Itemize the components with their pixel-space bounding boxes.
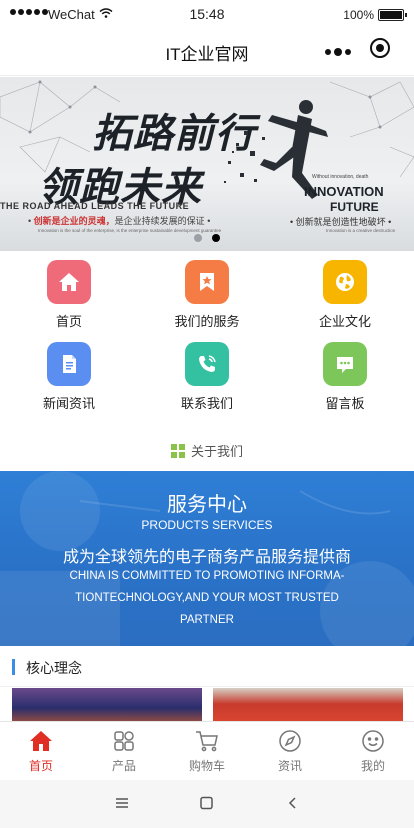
grid-icon: [83, 728, 165, 754]
tab-products[interactable]: 产品: [83, 728, 165, 774]
back-icon[interactable]: [285, 796, 301, 810]
compass-icon: [249, 728, 331, 754]
banner-slogan-right: • 创新就是创造性地破坏 •: [290, 217, 392, 227]
banner-tagline-en: THE ROAD AHEAD LEADS THE FUTURE: [0, 201, 190, 211]
carousel-dot-active[interactable]: [212, 234, 220, 242]
menu-item-label: 联系我们: [180, 396, 233, 411]
star-bookmark-icon: [185, 260, 229, 304]
home-icon: [0, 728, 82, 754]
smiley-icon: [332, 728, 414, 754]
phone-icon: [185, 342, 229, 386]
tab-label: 产品: [111, 759, 136, 773]
status-bar: WeChat 15:48 100%: [0, 0, 414, 30]
service-center-banner: 服务中心 PRODUCTS SERVICES 成为全球领先的电子商务产品服务提供…: [0, 471, 414, 646]
core-philosophy-section: 核心理念: [0, 646, 414, 728]
carousel-indicators: [0, 234, 414, 242]
service-subtitle: PRODUCTS SERVICES: [141, 518, 273, 532]
menu-item-contact[interactable]: 联系我们: [138, 340, 276, 420]
battery-icon: [378, 9, 407, 21]
banner-caption-left: Innovation is the soul of the enterprise…: [38, 228, 222, 233]
menu-icon[interactable]: [114, 796, 130, 810]
about-us-heading[interactable]: 关于我们: [0, 441, 414, 460]
banner-carousel[interactable]: 拓路前行 领跑未来 Without innovation, death INNO…: [0, 77, 414, 251]
bottom-tab-bar: 首页 产品 购物车 资讯 我的: [0, 721, 414, 779]
tab-cart[interactable]: 购物车: [166, 728, 248, 774]
menu-item-label: 留言板: [325, 396, 365, 411]
banner-innovation: INNOVATION: [304, 184, 384, 199]
about-us-label: 关于我们: [190, 444, 243, 459]
menu-item-guestbook[interactable]: 留言板: [276, 340, 414, 420]
tab-home[interactable]: 首页: [0, 728, 82, 774]
menu-item-label: 我们的服务: [174, 314, 240, 329]
banner-caption-right: Innovation is a creative destruction: [326, 228, 396, 233]
more-options-icon[interactable]: [325, 48, 351, 56]
banner-slogan-left: • 创新是企业的灵魂，是企业持续发展的保证 •: [28, 216, 211, 226]
tab-label: 我的: [360, 759, 385, 773]
menu-item-label: 首页: [55, 314, 82, 329]
globe-icon: [323, 260, 367, 304]
tab-news[interactable]: 资讯: [249, 728, 331, 774]
menu-item-label: 新闻资讯: [42, 396, 95, 411]
service-tagline-en-2: TIONTECHNOLOGY,AND YOUR MOST TRUSTED: [75, 592, 339, 604]
close-miniprogram-icon[interactable]: [370, 38, 390, 58]
system-navigation-bar: [0, 780, 414, 828]
service-tagline-en-3: PARTNER: [180, 614, 234, 626]
service-title: 服务中心: [167, 494, 247, 516]
tab-label: 购物车: [188, 759, 225, 773]
grid-squares-icon: [170, 444, 185, 458]
section-title: 核心理念: [26, 660, 82, 676]
message-icon: [323, 342, 367, 386]
menu-item-label: 企业文化: [318, 314, 371, 329]
banner-slogan-left-b: 是企业持续发展的保证: [114, 216, 205, 226]
navigation-bar: IT企业官网: [0, 30, 414, 76]
section-accent-bar: [12, 659, 15, 675]
carousel-dot[interactable]: [194, 234, 202, 242]
menu-item-culture[interactable]: 企业文化: [276, 258, 414, 338]
menu-item-news[interactable]: 新闻资讯: [0, 340, 138, 420]
service-tagline-cn: 成为全球领先的电子商务产品服务提供商: [62, 549, 351, 566]
home-button-icon[interactable]: [199, 796, 215, 810]
divider: [0, 686, 414, 687]
cart-icon: [166, 728, 248, 754]
menu-item-services[interactable]: 我们的服务: [138, 258, 276, 338]
page-title: IT企业官网: [165, 45, 249, 64]
banner-slogan-left-a: 创新是企业的灵魂，: [33, 216, 115, 226]
tab-label: 首页: [28, 759, 53, 773]
battery-percent: 100%: [343, 8, 374, 22]
service-tagline-en-1: CHINA IS COMMITTED TO PROMOTING INFORMA-: [69, 570, 345, 582]
document-icon: [47, 342, 91, 386]
banner-future: FUTURE: [330, 200, 379, 214]
banner-slogan-right-text: 创新就是创造性地破坏: [295, 217, 386, 227]
tab-mine[interactable]: 我的: [332, 728, 414, 774]
tab-label: 资讯: [277, 759, 302, 773]
home-icon: [47, 260, 91, 304]
banner-innovation-caption: Without innovation, death: [312, 174, 369, 180]
menu-item-home[interactable]: 首页: [0, 258, 138, 338]
